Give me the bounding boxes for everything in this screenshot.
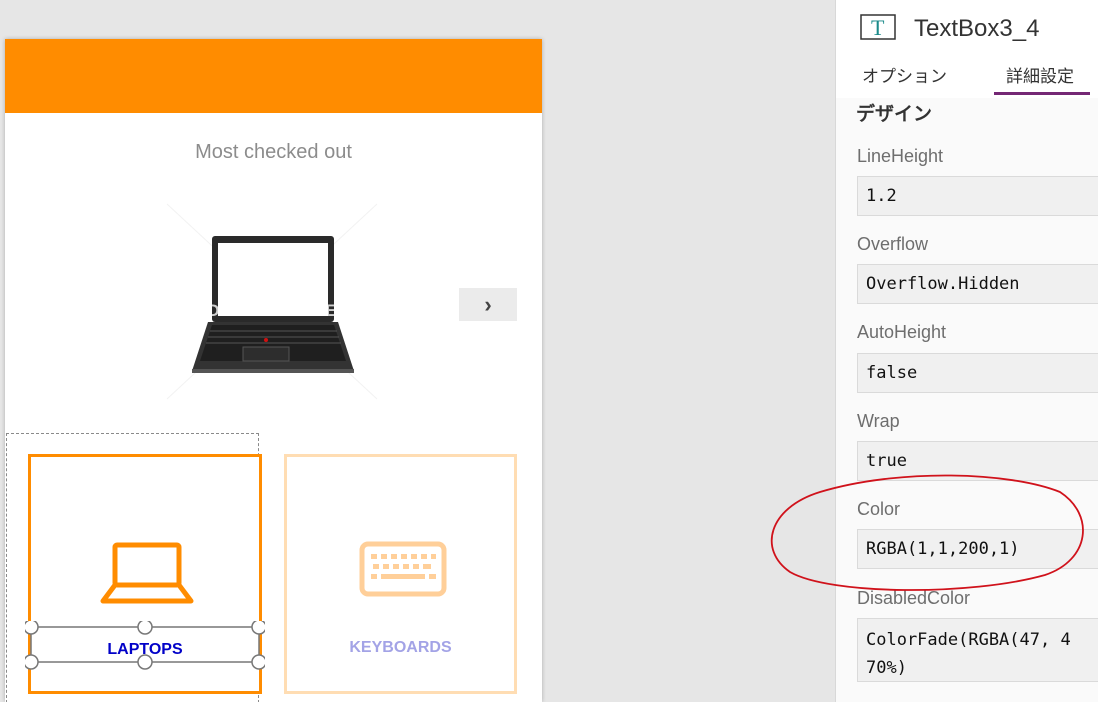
sample-watermark: SAMPLE, DO NOT REUSE — [192, 282, 352, 320]
watermark-line1: SAMPLE, — [234, 282, 310, 301]
prop-field-wrap[interactable]: true — [857, 441, 1098, 481]
tile-label-keyboards: KEYBOARDS — [349, 639, 452, 656]
prop-label-color: Color — [857, 499, 901, 519]
disabledcolor-value-line2: 70%) — [866, 658, 907, 678]
section-header-design: デザイン — [856, 104, 933, 125]
watermark-line2: DO NOT REUSE — [207, 301, 337, 320]
properties-panel: T TextBox3_4 オプション 詳細設定 デザイン LineHeight … — [835, 0, 1098, 702]
textbox-icon-glyph: T — [871, 15, 885, 40]
prop-label-disabledcolor: DisabledColor — [857, 588, 971, 608]
header-bar — [5, 39, 542, 113]
prop-label-wrap: Wrap — [857, 411, 900, 431]
next-button[interactable]: › — [459, 288, 517, 321]
selection-handles[interactable] — [25, 621, 265, 671]
prop-field-color[interactable]: RGBA(1,1,200,1) — [857, 529, 1098, 569]
prop-field-overflow[interactable]: Overflow.Hidden — [857, 264, 1098, 304]
disabledcolor-value-line1: ColorFade(RGBA(47, 4 — [866, 630, 1071, 650]
tile-keyboards[interactable]: KEYBOARDS — [284, 454, 517, 694]
tab-options[interactable]: オプション — [862, 62, 947, 87]
section-title: Most checked out — [195, 141, 352, 163]
keyboard-icon — [359, 541, 447, 597]
prop-label-lineheight: LineHeight — [857, 146, 944, 166]
control-name-title[interactable]: TextBox3_4 — [914, 15, 1039, 43]
active-tab-indicator — [994, 92, 1090, 95]
tab-advanced[interactable]: 詳細設定 — [1006, 62, 1074, 87]
prop-label-autoheight: AutoHeight — [857, 322, 947, 342]
panel-header: T TextBox3_4 オプション 詳細設定 — [836, 0, 1098, 98]
prop-field-disabledcolor[interactable]: ColorFade(RGBA(47, 4 70%) — [857, 618, 1098, 682]
laptop-icon — [100, 542, 194, 604]
chevron-right-icon: › — [484, 291, 492, 317]
prop-field-autoheight[interactable]: false — [857, 353, 1098, 393]
prop-label-overflow: Overflow — [857, 234, 929, 254]
app-canvas: Most checked out SAMPLE, DO NOT REUSE › … — [5, 39, 542, 702]
prop-field-lineheight[interactable]: 1.2 — [857, 176, 1098, 216]
